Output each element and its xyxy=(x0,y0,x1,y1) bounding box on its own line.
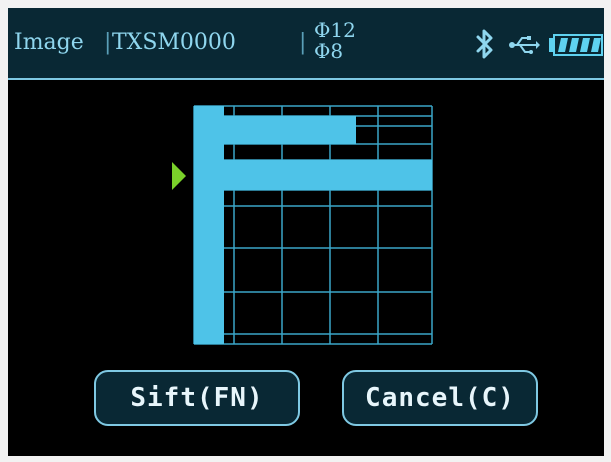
bar-layout-canvas xyxy=(172,105,433,345)
battery-bar xyxy=(558,38,568,52)
bluetooth-icon xyxy=(476,29,493,59)
battery-bar xyxy=(569,38,579,52)
battery-bar xyxy=(580,38,590,52)
diameter-top: Φ12 xyxy=(314,18,356,42)
usb-icon xyxy=(509,36,540,54)
mode-label: Image xyxy=(14,30,84,55)
battery-icon xyxy=(549,34,603,56)
sift-button[interactable]: Sift(FN) xyxy=(94,370,300,426)
battery-level-bars xyxy=(558,38,601,52)
bar-vertical xyxy=(194,106,224,344)
bar-layout-view xyxy=(8,82,604,372)
cancel-button[interactable]: Cancel(C) xyxy=(342,370,538,426)
status-bar: Image | TXSM0000 | Φ12 Φ8 xyxy=(8,8,604,80)
diameter-separator: | xyxy=(299,30,307,55)
battery-bar xyxy=(591,38,601,52)
row-pointer-icon xyxy=(172,162,186,190)
device-screen: Image | TXSM0000 | Φ12 Φ8 Sift(FN) Cance… xyxy=(8,8,604,456)
bar-horizontal-main xyxy=(194,160,432,190)
title-separator: | xyxy=(104,30,112,55)
diameter-bottom: Φ8 xyxy=(314,39,344,63)
file-name: TXSM0000 xyxy=(112,30,236,55)
